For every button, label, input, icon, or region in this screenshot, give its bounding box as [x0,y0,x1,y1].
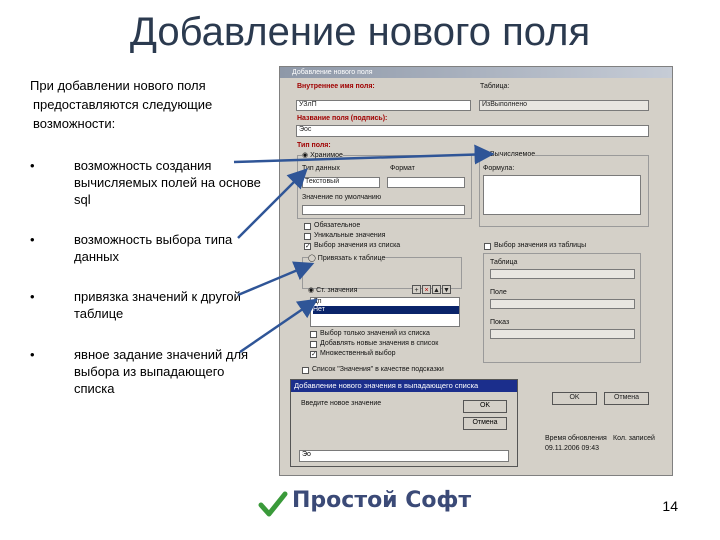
logo-text: Простой Софт [292,488,472,513]
checkmark-icon [258,491,288,517]
arrow-line [237,261,315,297]
company-logo: Простой Софт [258,486,471,520]
pointer-arrows [233,144,495,354]
arrow-line [239,298,319,354]
page-number: 14 [662,498,678,514]
arrow-line [237,168,308,239]
arrow-line [233,144,495,165]
